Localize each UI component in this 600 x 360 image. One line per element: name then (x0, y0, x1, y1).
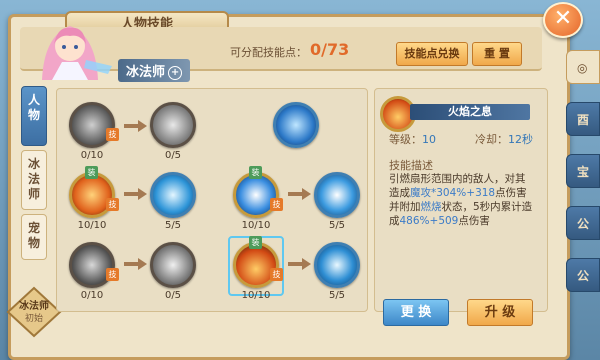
skill-level: 10/10 (77, 220, 107, 231)
skill-level: 0/10 (80, 290, 104, 301)
skill-level: 0/5 (164, 150, 182, 161)
arrow-connector (124, 124, 138, 128)
arrow-icon (138, 258, 147, 270)
close-button[interactable]: ✕ (543, 2, 583, 38)
swap-button[interactable]: 更 换 (383, 299, 449, 326)
desc-highlight: 燃烧 (420, 201, 442, 213)
description-title: 技能描述 (389, 159, 433, 172)
class-name: 冰法师 + (118, 59, 191, 82)
skill-tag: 技 (270, 268, 283, 281)
skill-node-selected[interactable]: 装 技 10/10 (230, 236, 283, 301)
desc-highlight: 魔攻*304%+318 (410, 187, 496, 199)
skill-level: 0/10 (80, 150, 104, 161)
tab-skill-icon[interactable]: ◎ (566, 50, 600, 84)
wind-slash-icon (150, 242, 196, 288)
level-value: 10 (422, 133, 436, 146)
tab-pet[interactable]: 宠 物 (21, 214, 47, 260)
skill-level: 5/5 (164, 220, 182, 231)
desc-text: 点伤害 (458, 215, 490, 227)
arrow-icon (138, 120, 147, 132)
skill-level: 5/5 (328, 220, 346, 231)
equipped-tag: 装 (249, 236, 262, 249)
skill-level: 5/5 (328, 290, 346, 301)
ice-swirl-icon (150, 172, 196, 218)
exchange-points-button[interactable]: 技能点兑换 (396, 42, 468, 66)
cooldown-label: 冷却： (475, 133, 508, 146)
shadow-strike-icon (69, 242, 115, 288)
skill-node[interactable]: 5/5 (147, 172, 199, 231)
reset-button[interactable]: 重 置 (472, 42, 522, 66)
skill-node[interactable]: 装 技 10/10 (66, 166, 119, 231)
skill-tag: 技 (106, 128, 119, 141)
skill-level: 10/10 (241, 290, 271, 301)
arrow-icon (138, 188, 147, 200)
swirl-icon: ◎ (577, 61, 588, 75)
skill-tag: 技 (106, 198, 119, 211)
skill-node[interactable]: 0/5 (147, 102, 199, 161)
tab-ice-mage-label: 冰 法 师 (27, 157, 40, 201)
skill-node[interactable]: 装 技 10/10 (230, 166, 283, 231)
plus-icon[interactable]: + (168, 65, 183, 80)
arrow-connector (124, 262, 138, 266)
arrow-burst-icon (150, 102, 196, 148)
water-orb-icon (273, 102, 319, 148)
equipped-tag: 装 (85, 166, 98, 179)
skill-tag: 技 (106, 268, 119, 281)
cooldown-value: 12秒 (508, 133, 533, 146)
arrow-icon (302, 188, 311, 200)
level-label: 等级： (389, 133, 422, 146)
skill-name: 火焰之息 (410, 104, 530, 120)
character-avatar (42, 26, 112, 80)
cooldown-info: 冷却：12秒 (475, 131, 533, 147)
skill-node[interactable]: 5/5 (311, 172, 363, 231)
arrow-connector (288, 192, 302, 196)
tab-character[interactable]: 人 物 (21, 86, 47, 146)
skill-node[interactable]: 0/5 (147, 242, 199, 301)
badge-class-label: 冰法师 (19, 301, 49, 312)
skill-node[interactable]: 5/5 (311, 242, 363, 301)
claw-slash-icon (69, 102, 115, 148)
right-tab-3[interactable]: 公 (566, 206, 600, 240)
skill-node[interactable]: 技 0/10 (66, 242, 119, 301)
level-info: 等级：10 (389, 131, 436, 147)
ice-ring-icon (314, 242, 360, 288)
arrow-connector (124, 192, 138, 196)
class-name-label: 冰法师 (126, 65, 166, 80)
skill-description: 引燃扇形范围内的敌人，对其造成魔攻*304%+318点伤害并附加燃烧状态，5秒内… (389, 172, 535, 228)
tab-character-label: 人 物 (27, 93, 40, 122)
skill-node[interactable]: 技 0/10 (66, 102, 119, 161)
arrow-icon (302, 258, 311, 270)
badge-status-label: 初始 (24, 314, 43, 324)
arrow-connector (288, 262, 302, 266)
tab-ice-mage[interactable]: 冰 法 师 (21, 150, 47, 210)
skill-level: 10/10 (241, 220, 271, 231)
equipped-tag: 装 (249, 166, 262, 179)
close-icon: ✕ (553, 6, 573, 31)
skill-node[interactable] (270, 102, 322, 148)
upgrade-button[interactable]: 升 级 (467, 299, 533, 326)
points-value: 0/73 (310, 40, 350, 59)
skill-tag: 技 (270, 198, 283, 211)
right-tab-2[interactable]: 宝 (566, 154, 600, 188)
skill-level: 0/5 (164, 290, 182, 301)
desc-highlight: 486%+509 (399, 215, 459, 227)
points-label: 可分配技能点： (230, 46, 307, 59)
right-tab-4[interactable]: 公 (566, 258, 600, 292)
frost-nova-icon (314, 172, 360, 218)
right-tab-1[interactable]: 酉 (566, 102, 600, 136)
tab-pet-label: 宠 物 (27, 221, 40, 250)
